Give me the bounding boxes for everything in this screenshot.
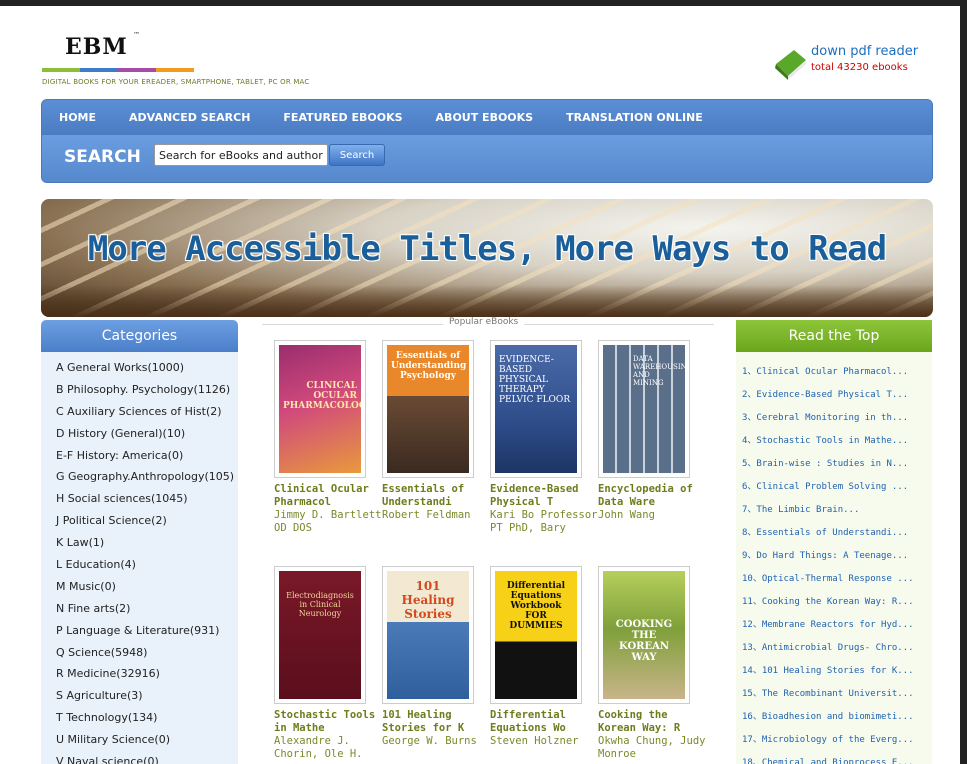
category-item[interactable]: T Technology(134): [56, 707, 238, 729]
logo-color-bar: [42, 68, 194, 72]
category-item[interactable]: M Music(0): [56, 576, 238, 598]
nav-about-ebooks[interactable]: ABOUT EBOOKS: [436, 111, 534, 124]
top-book-link[interactable]: 3、Cerebral Monitoring in th...: [742, 407, 932, 430]
book-title[interactable]: Cooking the Korean Way: R: [598, 709, 702, 735]
top-book-link[interactable]: 12、Membrane Reactors for Hyd...: [742, 614, 932, 637]
book-author: Kari Bo Professor PT PhD, Bary: [490, 509, 598, 534]
top-book-link[interactable]: 13、Antimicrobial Drugs- Chro...: [742, 637, 932, 660]
top-book-link[interactable]: 15、The Recombinant Universit...: [742, 683, 932, 706]
nav-featured-ebooks[interactable]: FEATURED EBOOKS: [283, 111, 402, 124]
top-book-link[interactable]: 14、101 Healing Stories for K...: [742, 660, 932, 683]
read-the-top-title: Read the Top: [736, 320, 932, 352]
category-item[interactable]: N Fine arts(2): [56, 598, 238, 620]
top-book-link[interactable]: 18、Chemical and Bioprocess E...: [742, 752, 932, 764]
top-book-link[interactable]: 2、Evidence-Based Physical T...: [742, 384, 932, 407]
category-item[interactable]: J Political Science(2): [56, 510, 238, 532]
site-logo[interactable]: EBM: [65, 34, 128, 60]
category-item[interactable]: P Language & Literature(931): [56, 620, 238, 642]
search-label: SEARCH: [64, 147, 141, 167]
top-book-link[interactable]: 9、Do Hard Things: A Teenage...: [742, 545, 932, 568]
category-item[interactable]: A General Works(1000): [56, 357, 238, 379]
book-cover[interactable]: CLINICAL OCULAR PHARMACOLOGY: [274, 340, 366, 478]
top-book-link[interactable]: 5、Brain-wise : Studies in N...: [742, 453, 932, 476]
category-item[interactable]: U Military Science(0): [56, 729, 238, 751]
book-title[interactable]: Clinical Ocular Pharmacol: [274, 483, 378, 509]
top-book-link[interactable]: 10、Optical-Thermal Response ...: [742, 568, 932, 591]
nav-advanced-search[interactable]: ADVANCED SEARCH: [129, 111, 250, 124]
search-input[interactable]: [154, 144, 328, 166]
book-cover[interactable]: 101 Healing Stories: [382, 566, 474, 704]
top-book-link[interactable]: 4、Stochastic Tools in Mathe...: [742, 430, 932, 453]
book-cover[interactable]: Differential Equations Workbook FOR DUMM…: [490, 566, 582, 704]
page: EBM ™ DIGITAL BOOKS FOR YOUR EREADER, SM…: [0, 6, 960, 764]
top-book-link[interactable]: 16、Bioadhesion and biomimeti...: [742, 706, 932, 729]
category-item[interactable]: H Social sciences(1045): [56, 488, 238, 510]
category-item[interactable]: R Medicine(32916): [56, 663, 238, 685]
category-item[interactable]: K Law(1): [56, 532, 238, 554]
book-author: Okwha Chung, Judy Monroe: [598, 735, 706, 760]
book-cover[interactable]: Electrodiagnosis in Clinical Neurology: [274, 566, 366, 704]
book-title[interactable]: Encyclopedia of Data Ware: [598, 483, 702, 509]
top-book-link[interactable]: 8、Essentials of Understandi...: [742, 522, 932, 545]
banner-headline: More Accessible Titles, More Ways to Rea…: [87, 229, 887, 269]
top-book-link[interactable]: 11、Cooking the Korean Way: R...: [742, 591, 932, 614]
category-item[interactable]: E-F History: America(0): [56, 445, 238, 467]
download-pdf-reader-link[interactable]: down pdf reader: [811, 44, 918, 59]
top-book-link[interactable]: 17、Microbiology of the Everg...: [742, 729, 932, 752]
book-cover[interactable]: EVIDENCE-BASED PHYSICAL THERAPY PELVIC F…: [490, 340, 582, 478]
top-book-link[interactable]: 6、Clinical Problem Solving ...: [742, 476, 932, 499]
book-title[interactable]: Evidence-Based Physical T: [490, 483, 594, 509]
book-author: George W. Burns: [382, 735, 477, 747]
nav-menu: HOME ADVANCED SEARCH FEATURED EBOOKS ABO…: [42, 100, 932, 135]
banner-floor: [41, 285, 933, 317]
categories-panel: Categories A General Works(1000) B Philo…: [41, 320, 238, 764]
book-cover[interactable]: COOKING THE KOREAN WAY: [598, 566, 690, 704]
site-tagline: DIGITAL BOOKS FOR YOUR EREADER, SMARTPHO…: [42, 78, 310, 86]
top-book-link[interactable]: 7、The Limbic Brain...: [742, 499, 932, 522]
ebook-total-count: total 43230 ebooks: [811, 62, 908, 73]
book-title[interactable]: Differential Equations Wo: [490, 709, 594, 735]
read-the-top-panel: Read the Top 1、Clinical Ocular Pharmacol…: [736, 320, 932, 764]
hero-banner[interactable]: More Accessible Titles, More Ways to Rea…: [41, 199, 933, 317]
popular-ebooks-title: Popular eBooks: [443, 317, 525, 327]
category-item[interactable]: Q Science(5948): [56, 642, 238, 664]
top-book-link[interactable]: 1、Clinical Ocular Pharmacol...: [742, 361, 932, 384]
categories-title: Categories: [41, 320, 238, 352]
book-author: Alexandre J. Chorin, Ole H.: [274, 735, 363, 760]
search-button[interactable]: Search: [329, 144, 385, 166]
categories-list: A General Works(1000) B Philosophy. Psyc…: [41, 352, 238, 764]
book-title[interactable]: Essentials of Understandi: [382, 483, 486, 509]
category-item[interactable]: B Philosophy. Psychology(1126): [56, 379, 238, 401]
book-title[interactable]: 101 Healing Stories for K: [382, 709, 486, 735]
nav-translation-online[interactable]: TRANSLATION ONLINE: [566, 111, 703, 124]
book-author: Steven Holzner: [490, 735, 579, 747]
trademark-mark: ™: [133, 31, 140, 39]
book-author: Robert Feldman: [382, 509, 471, 521]
category-item[interactable]: D History (General)(10): [56, 423, 238, 445]
search-bar: SEARCH Search: [42, 135, 932, 182]
nav-home[interactable]: HOME: [59, 111, 96, 124]
main-navigation: HOME ADVANCED SEARCH FEATURED EBOOKS ABO…: [41, 99, 933, 183]
category-item[interactable]: G Geography.Anthropology(105): [56, 466, 238, 488]
green-book-icon[interactable]: [772, 46, 808, 80]
category-item[interactable]: V Naval science(0): [56, 751, 238, 764]
book-cover[interactable]: DATA WAREHOUSING AND MINING: [598, 340, 690, 478]
category-item[interactable]: S Agriculture(3): [56, 685, 238, 707]
window-scrollbar[interactable]: [960, 0, 967, 764]
category-item[interactable]: C Auxiliary Sciences of Hist(2): [56, 401, 238, 423]
read-the-top-list: 1、Clinical Ocular Pharmacol... 2、Evidenc…: [736, 352, 932, 764]
book-author: John Wang: [598, 509, 655, 521]
book-author: Jimmy D. Bartlett OD DOS: [274, 509, 382, 534]
category-item[interactable]: L Education(4): [56, 554, 238, 576]
book-title[interactable]: Stochastic Tools in Mathe: [274, 709, 378, 735]
book-cover[interactable]: Essentials of Understanding Psychology: [382, 340, 474, 478]
